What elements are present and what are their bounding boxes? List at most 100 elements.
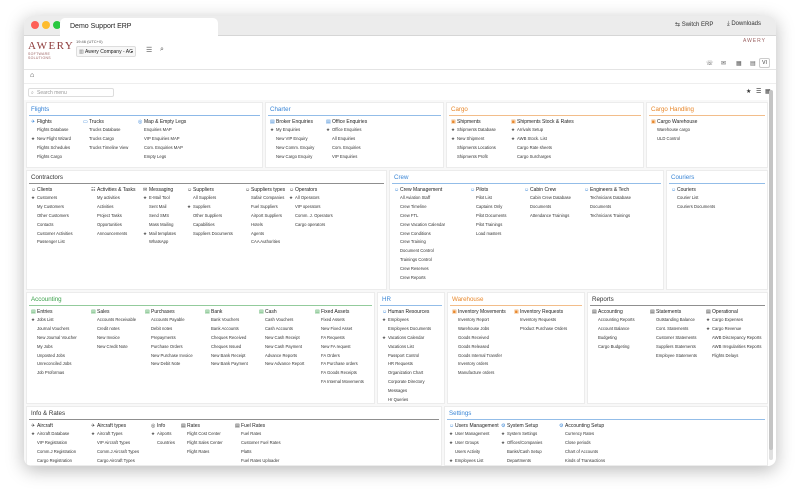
menu-link[interactable]: ★ New Flight Wizard [31,136,71,145]
menu-link[interactable]: Shipments Profit [451,154,496,163]
search-icon[interactable]: ⌕ [160,46,164,54]
menu-link[interactable]: ★ Offices/Companies [501,440,542,449]
menu-link[interactable]: Couriers Documents [671,204,715,213]
column-header[interactable]: ▣Cargo Warehouse [651,119,697,127]
column-header[interactable]: ☺Human Resources [382,309,431,317]
column-header[interactable]: ▣Inventory Requests [514,309,567,317]
menu-link[interactable]: Manufacture orders [452,370,506,379]
browser-tab[interactable]: Demo Support ERP [60,18,218,36]
menu-link[interactable]: New Cargo Enquiry [270,154,314,163]
panel-title[interactable]: Cargo [451,106,468,113]
column-header[interactable]: ▣Shipments Stock & Rates [511,119,574,127]
menu-link[interactable]: ★ My Enquiries [270,127,314,136]
mail-icon[interactable]: ✉ [721,60,726,67]
menu-link[interactable]: Kinds of Transactions [559,458,605,466]
menu-link[interactable]: ★ Office Enquiries [326,127,367,136]
menu-link[interactable]: My activities [91,195,136,204]
menu-link[interactable]: Trucks Timeline View [83,145,128,154]
column-header[interactable]: ☺Users Management [449,423,499,431]
menu-link[interactable]: Cabin Crew Database [524,195,571,204]
column-header[interactable]: ▤Entries [31,309,77,317]
menu-link[interactable]: FA Goods Receipts [315,370,364,379]
menu-link[interactable]: Outstanding Balance [650,317,697,326]
menu-link[interactable]: Com. Enquiries [326,145,367,154]
star-icon[interactable]: ★ [501,431,505,437]
menu-link[interactable]: Flight Rates [181,449,223,458]
menu-link[interactable]: Cheques Received [205,335,248,344]
menu-link[interactable]: Fuel Rates [235,431,281,440]
column-header[interactable]: ▤Bank [205,309,248,317]
menu-link[interactable]: Bank Accounts [205,326,248,335]
menu-link[interactable]: Trucks Database [83,127,128,136]
menu-link[interactable]: ★ User Groups [449,440,499,449]
menu-link[interactable]: Inventory Requests [514,317,567,326]
menu-link[interactable]: All Suppliers [187,195,233,204]
menu-link[interactable]: Com. Enquiries MAP [138,145,186,154]
column-header[interactable]: ☷ Activities & Tasks [91,187,136,195]
column-header[interactable]: ☺Crew Management [394,187,445,195]
menu-link[interactable]: FA Requests [315,335,364,344]
menu-link[interactable]: Warehouse cargo [651,127,697,136]
menu-link[interactable]: VIP Enquiries [326,154,367,163]
menu-link[interactable]: Flight Sales Center [181,440,223,449]
menu-link[interactable]: Capabilities [187,222,233,231]
menu-link[interactable]: Fuel Rates Uploader [235,458,281,466]
menu-link[interactable]: New Journal Voucher [31,335,77,344]
menu-link[interactable]: Trucks Cargo [83,136,128,145]
star-icon[interactable]: ★ [151,431,155,437]
menu-link[interactable]: ★ Aircraft Database [31,431,76,440]
menu-link[interactable]: Hotels [245,222,285,231]
menu-link[interactable]: Empty Legs [138,154,186,163]
menu-link[interactable]: Suppliers Statements [650,344,697,353]
menu-link[interactable]: Suppliers Documents [187,231,233,240]
menu-link[interactable]: Warehouse Jobs [452,326,506,335]
menu-link[interactable]: VIP operators [289,204,333,213]
menu-link[interactable]: Flight Cost Center [181,431,223,440]
menu-link[interactable]: Send SMS [143,213,176,222]
menu-link[interactable]: Flights Schedules [31,145,71,154]
menu-link[interactable]: ★ System Settings [501,431,542,440]
menu-link[interactable]: New Invoice [91,335,136,344]
menu-link[interactable]: Platts [235,449,281,458]
panel-title[interactable]: HR [382,296,391,303]
star-icon[interactable]: ★ [187,204,191,210]
menu-link[interactable]: WhatsApp [143,239,176,248]
menu-link[interactable]: New Bank Payment [205,361,248,370]
column-header[interactable]: ▤Purchases [145,309,193,317]
star-icon[interactable]: ★ [326,127,330,133]
menu-link[interactable]: New Debit Note [145,361,193,370]
menu-link[interactable]: Account Balance [592,326,635,335]
menu-link[interactable]: Activities [91,204,136,213]
menu-link[interactable]: Sent Mail [143,204,176,213]
column-header[interactable]: ☺Suppliers [187,187,233,195]
menu-link[interactable]: All Enquiries [326,136,367,145]
menu-link[interactable]: Fixed Assets [315,317,364,326]
menu-link[interactable]: Cargo Aircraft Types [91,458,139,466]
menu-link[interactable]: Other Customers [31,213,73,222]
menu-link[interactable]: Chart of Accounts [559,449,605,458]
menu-link[interactable]: Crew Reports [394,275,445,284]
menu-link[interactable]: Prepayments [145,335,193,344]
menu-link[interactable]: Banks/Cash Setup [501,449,542,458]
menu-link[interactable]: Technicians Database [584,195,631,204]
menu-link[interactable]: Cash Accounts [259,326,304,335]
menu-link[interactable]: VIP Registration [31,440,76,449]
menu-link[interactable]: Courier List [671,195,715,204]
menu-link[interactable]: Captains Only [470,204,507,213]
menu-link[interactable]: FA Internal Movements [315,379,364,388]
menu-link[interactable]: Opportunities [91,222,136,231]
column-header[interactable]: ▣Shipments [451,119,496,127]
home-icon[interactable]: ⌂ [30,72,34,79]
star-icon[interactable]: ★ [31,431,35,437]
menu-link[interactable]: Goods Released [452,344,506,353]
menu-link[interactable]: ★ Employees List [449,458,499,466]
menu-link[interactable]: Cont. Statements [650,326,697,335]
menu-link[interactable]: Cargo Surcharges [511,154,574,163]
column-header[interactable]: ☺Suppliers types [245,187,285,195]
menu-link[interactable]: Inventory orders [452,361,506,370]
menu-link[interactable]: ★ Vacations Calendar [382,335,431,344]
column-header[interactable]: ▤Fuel Rates [235,423,281,431]
downloads-button[interactable]: ⤓ Downloads [727,21,761,28]
menu-link[interactable]: Passport Control [382,353,431,362]
menu-link[interactable]: Cargo Budgeting [592,344,635,353]
